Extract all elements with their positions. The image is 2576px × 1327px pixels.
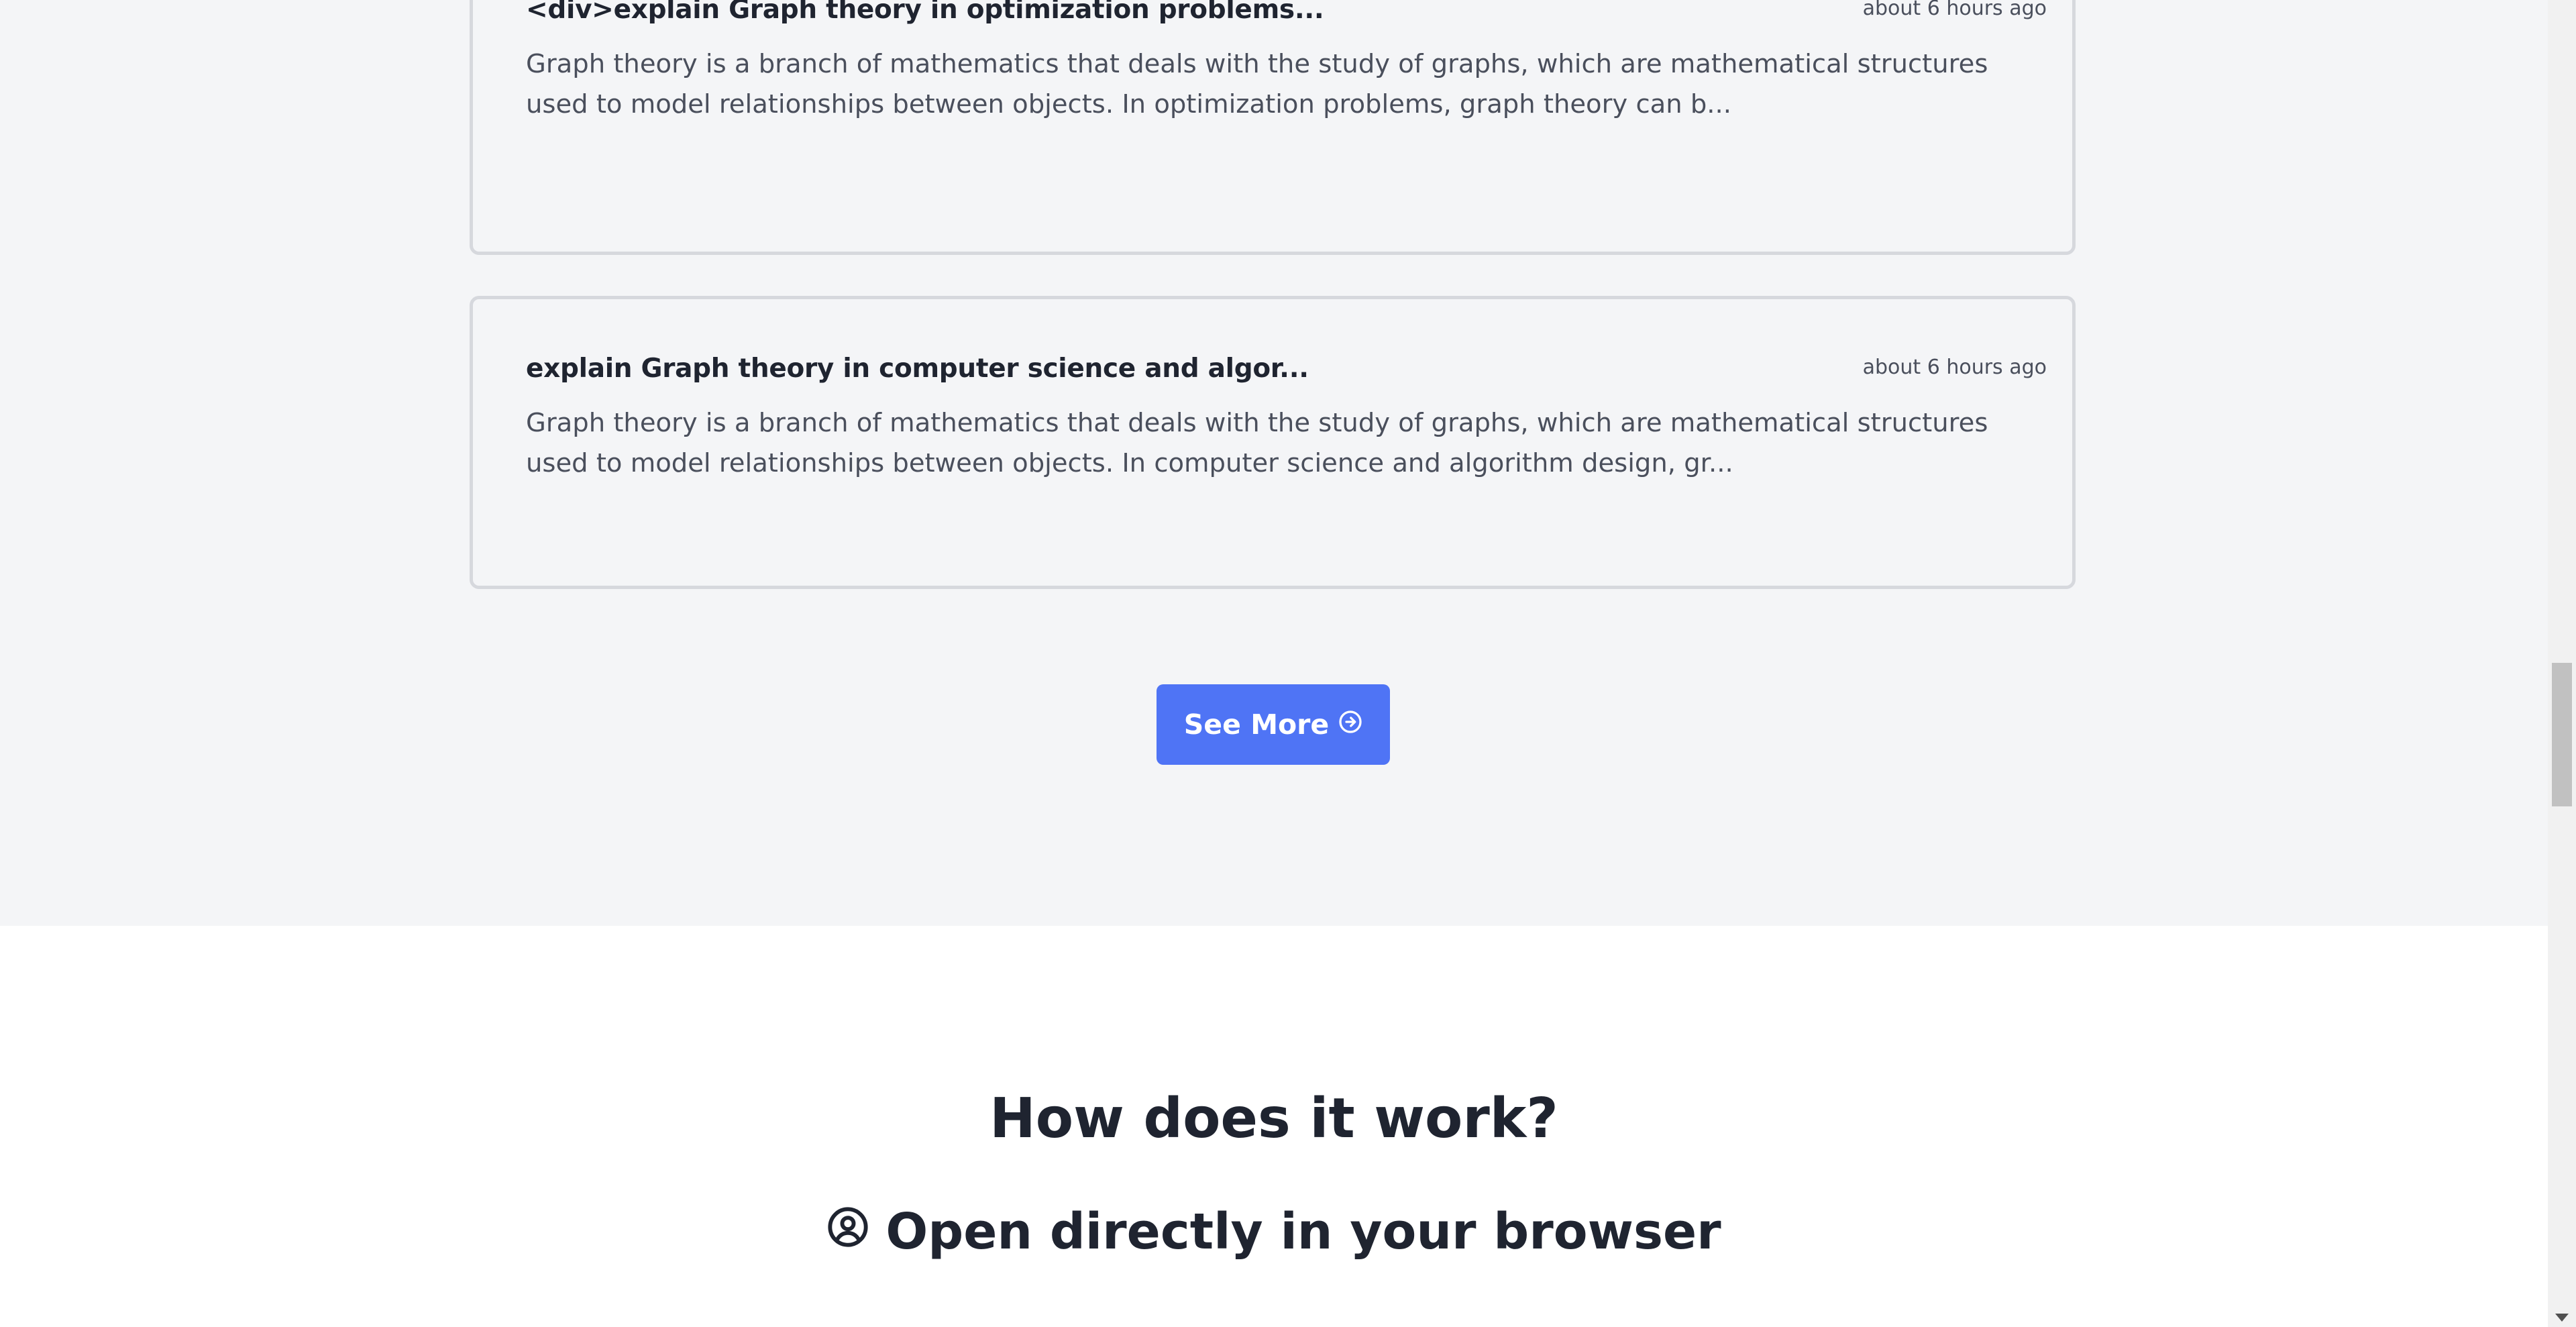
arrow-right-circle-icon bbox=[1338, 708, 1362, 741]
history-card[interactable]: <div>explain Graph theory in optimizatio… bbox=[470, 0, 2076, 255]
user-circle-icon bbox=[826, 1203, 869, 1261]
step-heading-label: Open directly in your browser bbox=[885, 1203, 1721, 1261]
see-more-label: See More bbox=[1183, 708, 1330, 741]
history-card-title[interactable]: explain Graph theory in computer science… bbox=[526, 354, 1309, 384]
scroll-down-arrow-icon[interactable] bbox=[2555, 1314, 2569, 1322]
history-card-title[interactable]: <div>explain Graph theory in optimizatio… bbox=[526, 0, 1324, 25]
history-card-excerpt: Graph theory is a branch of mathematics … bbox=[526, 49, 1988, 119]
history-card[interactable]: explain Graph theory in computer science… bbox=[470, 296, 2076, 589]
scrollbar-thumb[interactable] bbox=[2552, 663, 2572, 806]
step-heading: Open directly in your browser bbox=[0, 1203, 2548, 1261]
history-card-excerpt: Graph theory is a branch of mathematics … bbox=[526, 408, 1988, 478]
page-scrollbar[interactable] bbox=[2548, 0, 2576, 1327]
history-card-timestamp: about 6 hours ago bbox=[1862, 356, 2047, 379]
history-card-timestamp: about 6 hours ago bbox=[1862, 0, 2047, 20]
recent-history-section: <div>explain Graph theory in optimizatio… bbox=[0, 0, 2548, 926]
how-it-works-heading: How does it work? bbox=[989, 1087, 1558, 1151]
see-more-button[interactable]: See More bbox=[1157, 684, 1390, 765]
